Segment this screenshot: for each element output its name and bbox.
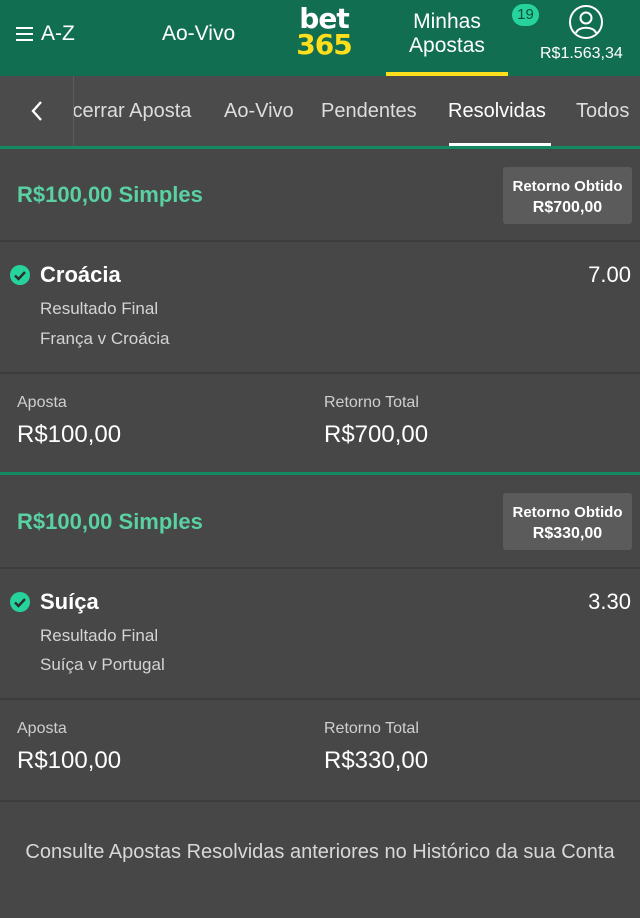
divider <box>0 800 640 802</box>
return-obtained-value: R$700,00 <box>532 199 603 216</box>
tab-resolvidas[interactable]: Resolvidas <box>448 100 546 123</box>
bets-tabs: Encerrar Aposta Ao-Vivo Pendentes Resolv… <box>0 76 640 149</box>
selection-odds: 3.30 <box>588 589 631 614</box>
tab-todos[interactable]: Todos <box>576 100 629 123</box>
top-header: A-Z Ao-Vivo bet 365 Minhas Apostas 19 R$… <box>0 0 640 76</box>
bet-title: R$100,00 Simples <box>17 182 203 207</box>
stake-value: R$100,00 <box>17 747 122 774</box>
active-tab-indicator <box>449 143 551 146</box>
account-balance[interactable]: R$1.563,34 <box>540 45 623 63</box>
event-name: Suíça v Portugal <box>40 655 165 674</box>
return-obtained-label: Retorno Obtido <box>512 504 623 521</box>
check-circle-icon <box>10 265 30 285</box>
bet365-logo[interactable]: bet 365 <box>292 5 356 61</box>
selection-name: Croácia <box>40 262 121 287</box>
return-obtained-label: Retorno Obtido <box>512 178 623 195</box>
tab-pendentes[interactable]: Pendentes <box>321 100 417 123</box>
az-menu-button[interactable]: A-Z <box>16 20 75 48</box>
return-obtained-box: Retorno Obtido R$330,00 <box>503 493 632 550</box>
tabs-back-button[interactable] <box>0 76 74 146</box>
total-return-value: R$330,00 <box>324 747 429 774</box>
bet-title: R$100,00 Simples <box>17 509 203 534</box>
selection-odds: 7.00 <box>588 262 631 287</box>
stake-value: R$100,00 <box>17 421 122 448</box>
tab-ao-vivo[interactable]: Ao-Vivo <box>224 100 294 123</box>
my-bets-label-line1: Minhas <box>413 10 481 33</box>
divider <box>0 372 640 374</box>
market-name: Resultado Final <box>40 626 159 645</box>
market-name: Resultado Final <box>40 299 159 318</box>
selection-name: Suíça <box>40 589 99 614</box>
bets-count-badge: 19 <box>512 4 539 26</box>
az-menu-label: A-Z <box>41 22 75 45</box>
check-circle-icon <box>10 592 30 612</box>
my-bets-label-line2: Apostas <box>409 34 485 57</box>
logo-text-bottom: 365 <box>296 28 352 61</box>
chevron-left-icon <box>30 101 42 121</box>
history-account-link[interactable]: Consulte Apostas Resolvidas anteriores n… <box>20 836 620 869</box>
return-obtained-box: Retorno Obtido R$700,00 <box>503 167 632 224</box>
bet-separator <box>0 472 640 475</box>
account-icon[interactable] <box>568 4 604 40</box>
event-name: França v Croácia <box>40 329 170 348</box>
total-return-value: R$700,00 <box>324 421 429 448</box>
total-return-label: Retorno Total <box>324 720 419 737</box>
total-return-label: Retorno Total <box>324 394 419 411</box>
divider <box>0 240 640 242</box>
stake-label: Aposta <box>17 394 67 411</box>
return-obtained-value: R$330,00 <box>532 525 603 542</box>
divider <box>0 567 640 569</box>
divider <box>0 698 640 700</box>
hamburger-icon <box>16 27 33 41</box>
nav-live-link[interactable]: Ao-Vivo <box>162 22 235 46</box>
my-bets-link[interactable]: Minhas Apostas <box>386 0 508 76</box>
stake-label: Aposta <box>17 720 67 737</box>
